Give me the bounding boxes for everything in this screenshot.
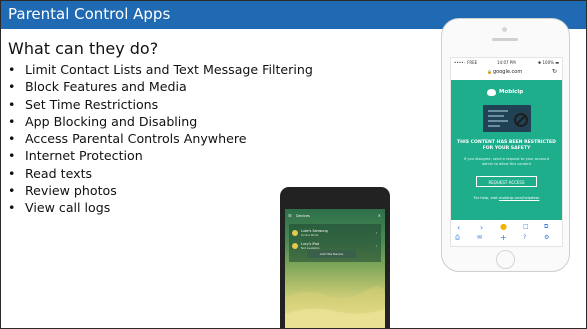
home-icon[interactable]: ● — [500, 222, 507, 231]
forward-icon[interactable]: › — [480, 223, 483, 232]
restricted-message: THIS CONTENT HAS BEEN RESTRICTED FOR YOU… — [457, 140, 556, 152]
chevron-right-icon: › — [375, 231, 377, 235]
camera-icon — [502, 27, 507, 32]
brand-name: Mobicip — [499, 89, 524, 95]
bookmarks-icon[interactable]: □ — [523, 223, 529, 230]
request-access-button[interactable]: REQUEST ACCESS — [476, 176, 537, 187]
carrier-label: ••••◦ FREE — [454, 60, 478, 65]
add-icon[interactable]: + — [500, 233, 507, 242]
blocked-page: Mobicip THIS CONTENT HAS BEEN RESTRICTED… — [451, 80, 562, 220]
speaker-grille — [492, 38, 518, 41]
lock-icon: 🔒 — [487, 69, 492, 74]
app-header: ☰ Devices × — [285, 212, 385, 220]
iphone-screen: ••••◦ FREE 14:07 PM ✱ 100% ▬ 🔒 google.co… — [450, 57, 563, 247]
menu-icon[interactable]: ☰ — [288, 213, 292, 218]
list-item: Block Features and Media — [7, 78, 313, 96]
tabs-icon[interactable]: ⧉ — [544, 223, 548, 231]
url-text: google.com — [493, 69, 523, 75]
browser-toolbar: ‹ › ● □ ⧉ ⎙ ✉ + ? ⚙ — [451, 222, 562, 246]
slide-title: Parental Control Apps — [8, 5, 171, 23]
help-prefix: For help, visit — [473, 196, 498, 200]
status-bar: ••••◦ FREE 14:07 PM ✱ 100% ▬ — [451, 58, 562, 66]
list-item: Read texts — [7, 165, 313, 183]
android-screen: ☰ Devices × Luke's Samsung Online Mode ›… — [285, 209, 385, 328]
list-item[interactable]: Luke's Samsung Online Mode › — [292, 229, 378, 239]
list-item: Review photos — [7, 182, 313, 200]
mobicip-logo-icon — [487, 89, 496, 96]
clock: 14:07 PM — [497, 60, 516, 65]
add-device-button[interactable]: Add this Device — [307, 250, 356, 258]
close-icon[interactable]: × — [378, 213, 381, 218]
blocked-icon — [514, 113, 528, 127]
settings-icon[interactable]: ⚙ — [544, 234, 549, 241]
list-item: Access Parental Controls Anywhere — [7, 130, 313, 148]
device-status: Online Mode — [301, 233, 319, 237]
list-item: Limit Contact Lists and Text Message Fil… — [7, 61, 313, 79]
list-item: Internet Protection — [7, 147, 313, 165]
chevron-right-icon: › — [375, 244, 377, 248]
list-item: View call logs — [7, 199, 313, 217]
device-avatar — [292, 243, 298, 249]
slide: Parental Control Apps What can they do? … — [0, 0, 587, 329]
device-avatar — [292, 230, 298, 236]
list-item: App Blocking and Disabling — [7, 113, 313, 131]
print-icon[interactable]: ⎙ — [455, 234, 460, 242]
list-item: Set Time Restrictions — [7, 96, 313, 114]
app-title: Devices — [296, 214, 310, 218]
help-icon[interactable]: ? — [523, 234, 526, 241]
address-bar[interactable]: 🔒 google.com ↻ — [451, 67, 562, 78]
blocked-content-illustration — [483, 105, 531, 132]
landscape-illustration — [285, 286, 385, 328]
mail-icon[interactable]: ✉ — [477, 234, 482, 241]
feature-list: Limit Contact Lists and Text Message Fil… — [7, 61, 313, 217]
battery-indicator: ✱ 100% ▬ — [537, 60, 559, 65]
android-mockup: ☰ Devices × Luke's Samsung Online Mode ›… — [280, 187, 390, 328]
home-button[interactable] — [496, 250, 515, 269]
subheading: What can they do? — [8, 39, 159, 58]
restricted-submessage: If you disagree, send a request to your … — [463, 157, 550, 166]
help-line: For help, visit mobicip.com/helpdesk — [457, 196, 556, 200]
iphone-mockup: ••••◦ FREE 14:07 PM ✱ 100% ▬ 🔒 google.co… — [441, 18, 570, 272]
back-icon[interactable]: ‹ — [457, 223, 460, 232]
reload-icon[interactable]: ↻ — [552, 68, 557, 75]
help-link[interactable]: mobicip.com/helpdesk — [499, 196, 539, 200]
